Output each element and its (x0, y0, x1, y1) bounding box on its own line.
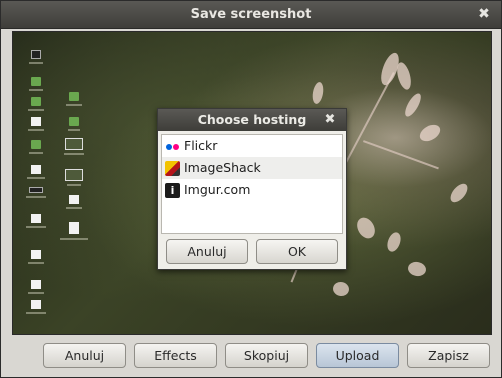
folder-icon (69, 117, 79, 126)
flower-petal (311, 81, 325, 105)
desktop-icon-label (28, 262, 44, 264)
image-thumbnail-icon (65, 138, 83, 150)
effects-button[interactable]: Effects (134, 343, 217, 368)
desktop-icon-label (66, 104, 82, 106)
hosting-item-imageshack[interactable]: ImageShack (162, 157, 342, 179)
hosting-item-label: ImageShack (184, 160, 261, 175)
close-icon[interactable]: ✖ (322, 111, 338, 129)
close-icon[interactable]: ✖ (475, 5, 493, 23)
dialog-cancel-button[interactable]: Anuluj (166, 239, 248, 264)
file-icon (31, 280, 41, 289)
computer-icon (31, 50, 41, 59)
desktop-icon-label (64, 153, 84, 155)
flower-petal (331, 280, 351, 298)
desktop-icon-label (68, 129, 80, 131)
document-icon (69, 222, 79, 234)
hosting-item-flickr[interactable]: Flickr (162, 135, 342, 157)
flower-petal (402, 91, 424, 119)
desktop-icon-label (26, 226, 46, 228)
save-button[interactable]: Zapisz (407, 343, 490, 368)
hosting-item-label: Flickr (184, 138, 218, 153)
desktop-icon-label (29, 62, 43, 64)
desktop-icon-label (28, 129, 44, 131)
flower-petal (384, 230, 404, 254)
desktop-icon-label (27, 177, 45, 179)
flower-stem (363, 140, 439, 170)
folder-icon (31, 77, 41, 86)
flower-petal (353, 214, 379, 242)
dialog-titlebar[interactable]: Choose hosting ✖ (158, 109, 346, 131)
file-icon (31, 165, 41, 174)
folder-icon (31, 140, 41, 149)
flickr-icon (165, 139, 180, 154)
flower-petal (394, 60, 414, 92)
folder-icon (69, 92, 79, 101)
hosting-list: Flickr ImageShack i Imgur.com (161, 134, 343, 234)
hosting-item-imgur[interactable]: i Imgur.com (162, 179, 342, 201)
cancel-button[interactable]: Anuluj (43, 343, 126, 368)
flower-petal (406, 260, 428, 278)
window-title: Save screenshot (190, 7, 312, 22)
desktop-icon-label (60, 238, 88, 240)
file-icon (31, 250, 41, 259)
image-icon (29, 187, 43, 193)
dialog-title: Choose hosting (197, 112, 307, 127)
window-titlebar[interactable]: Save screenshot ✖ (1, 1, 501, 29)
imageshack-icon (165, 161, 180, 176)
file-icon (31, 117, 41, 126)
imgur-icon: i (165, 183, 180, 198)
hosting-item-label: Imgur.com (184, 182, 251, 197)
desktop-icon-label (29, 89, 43, 91)
file-icon (31, 300, 41, 309)
desktop-icon-label (67, 184, 81, 186)
desktop-icon-label (29, 152, 43, 154)
desktop-icon-label (26, 196, 46, 198)
upload-button[interactable]: Upload (316, 343, 399, 368)
desktop-icon-label (28, 109, 44, 111)
desktop-icon-label (66, 207, 82, 209)
desktop-icon-label (26, 312, 46, 314)
folder-icon (31, 97, 41, 106)
desktop-icon-label (28, 292, 44, 294)
choose-hosting-dialog: Choose hosting ✖ Flickr ImageShack i Img… (157, 108, 347, 270)
dialog-ok-button[interactable]: OK (256, 239, 338, 264)
save-screenshot-window: Save screenshot ✖ Choose hosting ✖ Flick… (0, 0, 502, 378)
flower-petal (416, 121, 444, 145)
file-icon (31, 214, 41, 223)
copy-button[interactable]: Skopiuj (225, 343, 308, 368)
flower-petal (447, 180, 471, 206)
image-thumbnail-icon (65, 169, 83, 181)
file-icon (69, 195, 79, 204)
